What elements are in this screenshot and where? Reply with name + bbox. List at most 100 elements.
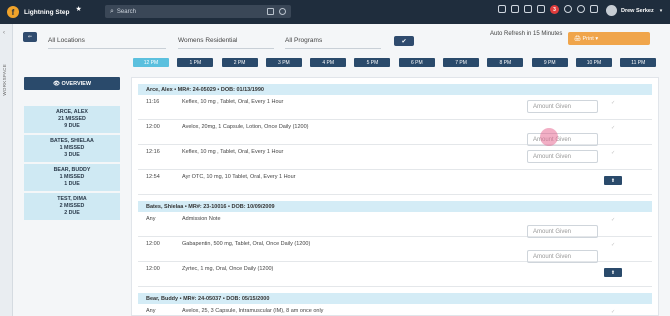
patient-name: BATES, SHIELAA (50, 138, 94, 144)
amount-given-input[interactable]: Amount Given (527, 150, 598, 163)
cursor-highlight (540, 128, 558, 146)
patient-group-header: Arce, Alex • MR#: 24-05029 • DOB: 01/13/… (138, 84, 652, 95)
med-time: 12:00 (146, 266, 160, 272)
chat-icon[interactable] (537, 5, 545, 13)
hour-tab[interactable]: 8 PM (487, 58, 524, 67)
hour-tab[interactable]: 9 PM (531, 58, 568, 67)
patient-group-header: Bear, Buddy • MR#: 24-05037 • DOB: 05/15… (138, 293, 652, 304)
missed-count: 1 MISSED (59, 145, 85, 151)
transfer-icon[interactable] (498, 5, 506, 13)
grid-icon[interactable] (524, 5, 532, 13)
med-time: 12:16 (146, 149, 160, 155)
status-indicator-icon: ✓ (611, 242, 616, 248)
hour-tab[interactable]: 6 PM (398, 58, 435, 67)
med-description: Gabapentin, 500 mg, Tablet, Oral, Once D… (182, 241, 311, 247)
administer-button[interactable]: ⬆ (604, 176, 622, 185)
hour-tab[interactable]: 10 PM (575, 58, 612, 67)
hour-tab[interactable]: 12 PM (133, 58, 169, 67)
link-icon[interactable] (590, 5, 598, 13)
avatar (606, 5, 617, 16)
hour-tab[interactable]: 4 PM (310, 58, 347, 67)
med-description: Keflex, 10 mg , Tablet, Oral, Every 1 Ho… (182, 99, 284, 105)
status-indicator-icon: ✓ (611, 125, 616, 131)
patient-card[interactable]: BATES, SHIELAA 1 MISSED 3 DUE (24, 135, 120, 164)
programs-select[interactable]: All Programs (285, 37, 381, 49)
med-description: Ayr OTC, 10 mg, 10 Tablet, Oral, Every 1… (182, 174, 296, 180)
hour-tabs: 12 PM 1 PM 2 PM 3 PM 4 PM 5 PM 6 PM 7 PM 8 PM 9 P… (133, 58, 665, 67)
user-name: Drew Serkez (621, 7, 654, 14)
med-row: 12:00 Gabapentin, 500 mg, Tablet, Oral, O… (138, 237, 652, 263)
due-count: 3 DUE (64, 152, 80, 158)
hour-tab[interactable]: 5 PM (354, 58, 391, 67)
med-time: Any (146, 216, 156, 222)
patient-group-header: Bates, Shielaa • MR#: 23-10016 • DOB: 10… (138, 201, 652, 212)
med-row: 11:16 Keflex, 10 mg , Tablet, Oral, Every… (138, 95, 652, 120)
bell-icon[interactable] (564, 5, 572, 13)
med-row: 12:00 Zyrtec, 1 mg, Oral, Once Daily (120… (138, 262, 652, 287)
app-logo[interactable]: f (7, 6, 19, 18)
missed-count: 2 MISSED (59, 203, 85, 209)
apply-filter-button[interactable]: ✔ (394, 36, 414, 46)
med-time: 12:54 (146, 174, 160, 180)
status-indicator-icon: ✓ (611, 309, 616, 315)
app-title: Lightning Step (24, 8, 70, 16)
patient-name: TEST, DIMA (57, 196, 87, 202)
med-description: Admission Note (182, 216, 221, 222)
status-indicator-icon: ✓ (611, 217, 616, 223)
missed-count: 1 MISSED (59, 174, 85, 180)
med-time: 12:00 (146, 241, 160, 247)
med-description: Keflex, 10 mg , Tablet, Oral, Every 1 Ho… (182, 149, 284, 155)
overview-button[interactable]: 👁 OVERVIEW (24, 77, 120, 90)
med-row: Any Admission Note Amount Given ✓ (138, 212, 652, 238)
auto-refresh-label: Auto Refresh in 15 Minutes (490, 31, 563, 37)
due-count: 2 DUE (64, 210, 80, 216)
patient-card[interactable]: ARCE, ALEX 21 MISSED 9 DUE (24, 106, 120, 135)
help-icon[interactable] (577, 5, 585, 13)
med-row: 12:54 Ayr OTC, 10 mg, 10 Tablet, Oral, Ev… (138, 170, 652, 195)
rail-label[interactable]: WORKSPACE (2, 64, 7, 96)
search-bar[interactable]: ⌕ Search (105, 5, 291, 18)
calendar-icon[interactable] (511, 5, 519, 13)
patient-name: ARCE, ALEX (56, 109, 88, 115)
med-description: Avelox, 25, 3 Capsule, Intramuscular (IM… (182, 308, 324, 314)
med-row: 12:00 Avelox, 20mg, 1 Capsule, Lotion, On… (138, 120, 652, 146)
left-rail: ‹ WORKSPACE (0, 24, 13, 316)
patient-name: BEAR, BUDDY (53, 167, 91, 173)
id-card-icon[interactable] (267, 8, 274, 15)
administer-button[interactable]: ⬆ (604, 268, 622, 277)
med-description: Avelox, 20mg, 1 Capsule, Lotion, Once Da… (182, 124, 309, 130)
med-description: Zyrtec, 1 mg, Oral, Once Daily (1200) (182, 266, 274, 272)
patient-card[interactable]: TEST, DIMA 2 MISSED 2 DUE (24, 193, 120, 222)
user-menu[interactable]: Drew Serkez ▾ (606, 5, 662, 16)
hour-tab[interactable]: 2 PM (221, 58, 258, 67)
chevron-down-icon: ▾ (659, 7, 663, 14)
medication-panel: Arce, Alex • MR#: 24-05029 • DOB: 01/13/… (131, 77, 659, 316)
top-navbar: f Lightning Step ★ ⌕ Search 3 Drew Serke… (0, 0, 670, 24)
status-indicator-icon: ✓ (611, 150, 616, 156)
amount-given-input[interactable]: Amount Given (527, 100, 598, 113)
chevron-left-icon[interactable]: ‹ (3, 30, 5, 36)
med-time: 11:16 (146, 99, 160, 105)
med-time: Any (146, 308, 156, 314)
toolbar-icons: 3 (498, 5, 598, 14)
med-row: 12:16 Keflex, 10 mg , Tablet, Oral, Every… (138, 145, 652, 170)
hour-tab[interactable]: 11 PM (620, 58, 657, 67)
hour-tab[interactable]: 1 PM (177, 58, 214, 67)
phone-icon[interactable] (279, 8, 286, 15)
med-row: Any Avelox, 25, 3 Capsule, Intramuscular … (138, 304, 652, 315)
status-indicator-icon: ✓ (611, 100, 616, 106)
location-select[interactable]: All Locations (48, 37, 166, 49)
search-input[interactable]: Search (117, 9, 136, 15)
program-type-select[interactable]: Womens Residential (178, 37, 274, 49)
med-time: 12:00 (146, 124, 160, 130)
print-button[interactable]: 🖨 Print ▾ (568, 32, 650, 45)
back-button[interactable]: ⇐ (23, 32, 37, 42)
missed-count: 21 MISSED (58, 116, 86, 122)
search-icon: ⌕ (110, 7, 114, 15)
patient-card[interactable]: BEAR, BUDDY 1 MISSED 1 DUE (24, 164, 120, 193)
favorite-star-icon[interactable]: ★ (76, 5, 82, 13)
notification-badge[interactable]: 3 (550, 5, 559, 14)
due-count: 9 DUE (64, 123, 80, 129)
hour-tab[interactable]: 3 PM (265, 58, 302, 67)
hour-tab[interactable]: 7 PM (443, 58, 480, 67)
